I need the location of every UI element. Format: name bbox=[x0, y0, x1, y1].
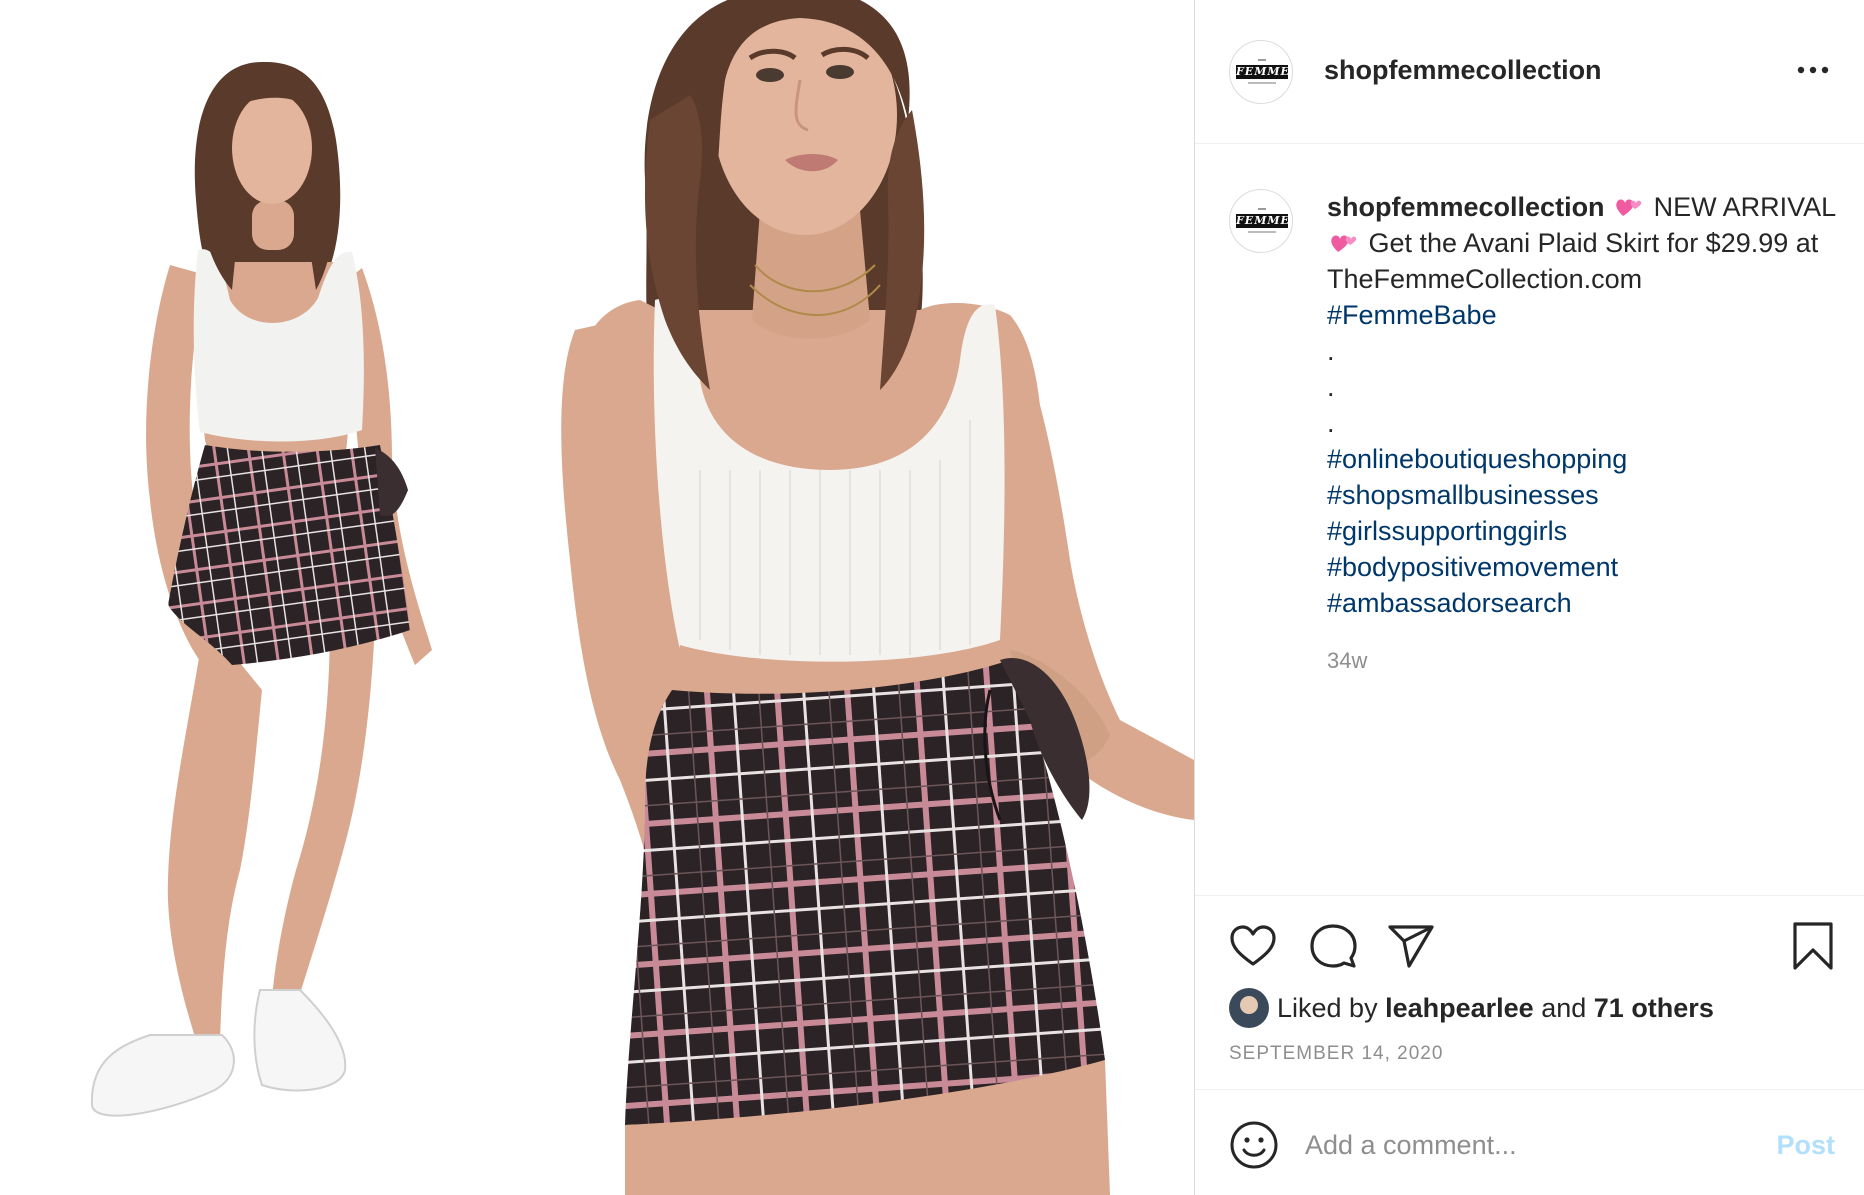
heart-icon[interactable] bbox=[1227, 920, 1279, 972]
caption-username[interactable]: shopfemmecollection bbox=[1327, 192, 1605, 222]
post-comment-button[interactable]: Post bbox=[1776, 1130, 1835, 1161]
closeup-figure bbox=[561, 0, 1194, 1195]
caption-section: FEMME shopfemmecollection NEW ARRIVAL Ge… bbox=[1195, 145, 1864, 895]
liker-avatar[interactable] bbox=[1229, 988, 1269, 1028]
logo-mark bbox=[1248, 231, 1276, 233]
comment-bubble-icon[interactable] bbox=[1307, 920, 1359, 972]
comment-input[interactable] bbox=[1305, 1120, 1745, 1170]
post-header: FEMME shopfemmecollection bbox=[1195, 0, 1864, 144]
caption-dot: . bbox=[1327, 336, 1335, 366]
two-hearts-icon bbox=[1616, 199, 1642, 216]
likes-prefix: Liked by bbox=[1277, 992, 1378, 1023]
full-body-figure bbox=[90, 61, 432, 1117]
brand-logo: FEMME bbox=[1236, 65, 1290, 79]
account-avatar[interactable]: FEMME bbox=[1229, 40, 1293, 104]
hashtag-link[interactable]: #bodypositivemovement bbox=[1327, 549, 1847, 585]
caption-avatar[interactable]: FEMME bbox=[1229, 189, 1293, 253]
hashtag-link[interactable]: #onlineboutiqueshopping bbox=[1327, 441, 1847, 477]
hashtag-link[interactable]: #FemmeBabe bbox=[1327, 297, 1847, 333]
comment-composer: Post bbox=[1195, 1089, 1864, 1195]
caption-timestamp[interactable]: 34w bbox=[1327, 643, 1847, 679]
two-hearts-icon bbox=[1331, 235, 1357, 252]
brand-logo: FEMME bbox=[1236, 214, 1290, 228]
logo-mark bbox=[1258, 208, 1266, 210]
caption-headline: NEW ARRIVAL bbox=[1653, 192, 1836, 222]
likes-summary: Liked by leahpearlee and 71 others bbox=[1229, 986, 1714, 1030]
likes-others-link[interactable]: 71 others bbox=[1594, 993, 1714, 1024]
post-image[interactable] bbox=[0, 0, 1194, 1195]
paper-plane-icon[interactable] bbox=[1385, 920, 1437, 972]
hashtag-link[interactable]: #ambassadorsearch bbox=[1327, 585, 1847, 621]
bookmark-icon[interactable] bbox=[1787, 920, 1839, 972]
post-date[interactable]: SEPTEMBER 14, 2020 bbox=[1229, 1043, 1443, 1065]
likes-joiner: and bbox=[1541, 992, 1587, 1023]
logo-mark bbox=[1248, 82, 1276, 84]
caption-dot: . bbox=[1327, 372, 1335, 402]
caption-dot: . bbox=[1327, 408, 1335, 438]
post-actions: Liked by leahpearlee and 71 others SEPTE… bbox=[1195, 895, 1864, 1089]
caption-text: shopfemmecollection NEW ARRIVAL Get the … bbox=[1327, 189, 1847, 679]
logo-mark bbox=[1258, 59, 1266, 61]
account-username[interactable]: shopfemmecollection bbox=[1324, 55, 1602, 86]
hashtag-link[interactable]: #shopsmallbusinesses bbox=[1327, 477, 1847, 513]
liker-username[interactable]: leahpearlee bbox=[1385, 993, 1534, 1024]
smiley-icon[interactable] bbox=[1229, 1120, 1279, 1170]
caption-body: Get the Avani Plaid Skirt for $29.99 at … bbox=[1327, 228, 1819, 294]
post-sidebar: FEMME shopfemmecollection FEMME shopfemm… bbox=[1194, 0, 1864, 1195]
hashtag-link[interactable]: #girlssupportinggirls bbox=[1327, 513, 1847, 549]
more-options-icon[interactable] bbox=[1795, 58, 1831, 82]
product-photo bbox=[90, 0, 1194, 1195]
